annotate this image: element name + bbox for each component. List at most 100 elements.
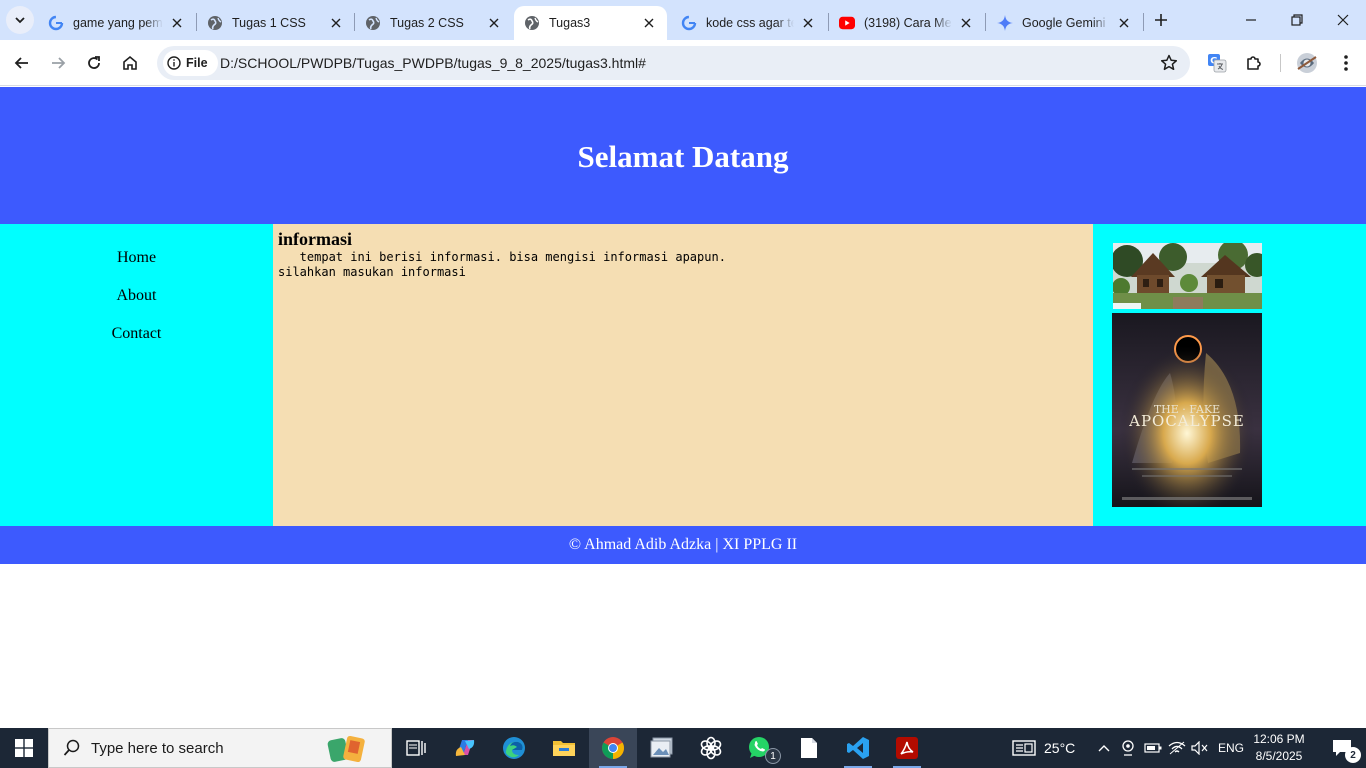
acrobat-app[interactable] [883, 728, 931, 768]
chatgpt-icon [700, 736, 722, 760]
globe-icon [365, 15, 381, 31]
weather-widget[interactable] [1008, 728, 1040, 768]
more-vertical-icon [1344, 55, 1348, 71]
url-text[interactable]: D:/SCHOOL/PWDPB/Tugas_PWDPB/tugas_9_8_20… [220, 55, 646, 71]
avatar [1297, 53, 1317, 73]
clock-time: 12:06 PM [1253, 732, 1305, 746]
tab-strip: game yang pemi Tugas 1 CSS Tugas 2 CSS T… [0, 0, 1366, 40]
edge-icon [503, 737, 525, 759]
restore-icon [1291, 14, 1303, 26]
notepad-app[interactable] [785, 728, 833, 768]
minimize-button[interactable] [1228, 0, 1274, 40]
tab-3-active[interactable]: Tugas3 [514, 6, 667, 40]
puzzle-icon [1247, 56, 1261, 70]
page-title: Selamat Datang [577, 138, 789, 174]
network-tray[interactable] [1166, 728, 1188, 768]
close-window-button[interactable] [1320, 0, 1366, 40]
new-tab-button[interactable] [1150, 9, 1172, 31]
translate-button[interactable]: G [1203, 49, 1231, 77]
acrobat-icon [896, 737, 918, 759]
photos-app[interactable] [638, 728, 686, 768]
tab-separator [985, 13, 986, 31]
gemini-icon [997, 15, 1013, 31]
weather-news-icon [1012, 740, 1036, 756]
search-icon [63, 739, 80, 756]
nav-link-contact[interactable]: Contact [0, 325, 273, 363]
meet-now-tray[interactable] [1118, 728, 1138, 768]
close-icon[interactable] [800, 15, 816, 31]
globe-icon [207, 15, 223, 31]
the-apocalypse-poster: THE · FAKE APOCALYPSE [1112, 313, 1262, 507]
close-icon[interactable] [328, 15, 344, 31]
arrow-left-icon [14, 57, 28, 69]
nav-link-home[interactable]: Home [0, 249, 273, 287]
notification-center-button[interactable]: 2 [1318, 728, 1366, 768]
nav-link-about[interactable]: About [0, 287, 273, 325]
chevron-down-icon [15, 17, 25, 24]
battery-tray[interactable] [1142, 728, 1164, 768]
arrow-right-icon [52, 57, 66, 69]
volume-tray[interactable] [1189, 728, 1211, 768]
search-placeholder: Type here to search [91, 739, 224, 757]
start-button[interactable] [0, 728, 48, 768]
file-explorer-app[interactable] [540, 728, 588, 768]
webcam-icon [1122, 740, 1134, 756]
edge-app[interactable] [490, 728, 538, 768]
clock[interactable]: 12:06 PM 8/5/2025 [1248, 731, 1310, 765]
show-hidden-icons[interactable] [1094, 728, 1114, 768]
back-button[interactable] [8, 49, 36, 77]
close-icon[interactable] [641, 15, 657, 31]
home-icon [123, 55, 137, 70]
info-icon [167, 56, 181, 70]
reload-button[interactable] [80, 49, 108, 77]
copilot-app[interactable] [441, 728, 489, 768]
tab-2[interactable]: Tugas 2 CSS [355, 6, 512, 40]
close-icon[interactable] [486, 15, 502, 31]
chrome-app[interactable] [589, 728, 637, 768]
close-icon[interactable] [958, 15, 974, 31]
sidebar-nav: Home About Contact [0, 224, 273, 526]
volume-muted-icon [1191, 741, 1208, 755]
tab-1[interactable]: Tugas 1 CSS [197, 6, 354, 40]
weather-temperature[interactable]: 25°C [1044, 740, 1075, 756]
content-heading: informasi [278, 229, 352, 249]
close-icon[interactable] [169, 15, 185, 31]
profile-button[interactable] [1293, 49, 1321, 77]
aside-panel: THE · FAKE APOCALYPSE [1093, 224, 1366, 526]
clock-date: 8/5/2025 [1255, 749, 1303, 763]
browser-menu-button[interactable] [1332, 49, 1360, 77]
forward-button[interactable] [44, 49, 72, 77]
task-view-icon [406, 740, 426, 756]
plus-icon [1155, 14, 1167, 26]
vscode-app[interactable] [834, 728, 882, 768]
windows-taskbar: Type here to search 1 25°C ENG 12:06 PM … [0, 728, 1366, 768]
whatsapp-app[interactable]: 1 [736, 728, 784, 768]
tab-label: game yang pemi [73, 16, 163, 30]
tab-label: Tugas 2 CSS [390, 16, 464, 30]
tab-4[interactable]: kode css agar te [671, 6, 826, 40]
chevron-up-icon [1098, 745, 1110, 752]
toolbar-divider [1280, 54, 1281, 72]
copilot-icon [455, 740, 475, 756]
page-footer: © Ahmad Adib Adzka | XI PPLG II [0, 526, 1366, 564]
bookmark-star-icon[interactable] [1160, 54, 1178, 72]
tab-search-button[interactable] [6, 6, 34, 34]
task-view-button[interactable] [392, 728, 440, 768]
chatgpt-app[interactable] [687, 728, 735, 768]
youtube-icon [839, 15, 855, 31]
svg-text:APOCALYPSE: APOCALYPSE [1128, 412, 1245, 430]
page-header: Selamat Datang [0, 87, 1366, 224]
tab-0[interactable]: game yang pemi [38, 6, 195, 40]
address-bar[interactable]: File D:/SCHOOL/PWDPB/Tugas_PWDPB/tugas_9… [157, 46, 1190, 80]
tab-5[interactable]: (3198) Cara Men [829, 6, 984, 40]
tab-label: Google Gemini [1022, 16, 1106, 30]
close-icon[interactable] [1116, 15, 1132, 31]
site-info-chip[interactable]: File [163, 50, 218, 76]
restore-button[interactable] [1274, 0, 1320, 40]
site-info-label: File [186, 56, 208, 70]
input-language[interactable]: ENG [1218, 741, 1244, 755]
home-button[interactable] [116, 49, 144, 77]
tab-6[interactable]: Google Gemini [987, 6, 1142, 40]
taskbar-search-box[interactable]: Type here to search [48, 728, 392, 768]
extensions-button[interactable] [1240, 49, 1268, 77]
